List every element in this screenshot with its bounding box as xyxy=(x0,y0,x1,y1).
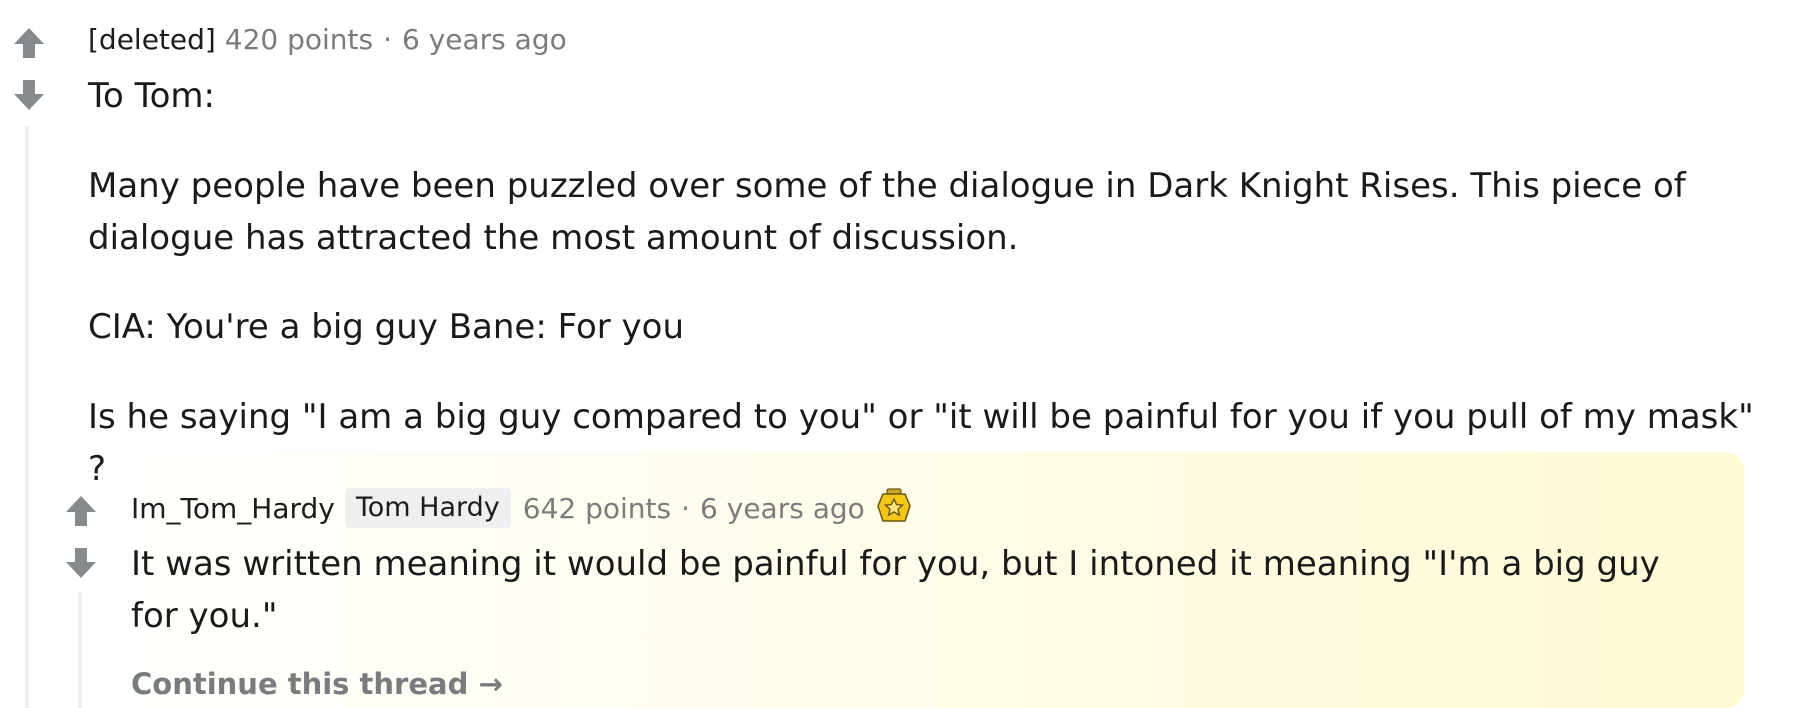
comment-points: 420 points xyxy=(224,23,374,56)
comment-paragraph: Many people have been puzzled over some … xyxy=(88,166,1686,258)
upvote-arrow-icon[interactable] xyxy=(12,26,46,60)
meta-separator: · xyxy=(383,23,392,56)
continue-thread-label: Continue this thread xyxy=(131,667,469,701)
reply-timestamp[interactable]: 6 years ago xyxy=(700,492,865,525)
user-flair: Tom Hardy xyxy=(344,488,511,528)
reply-meta: Im_Tom_Hardy Tom Hardy 642 points · 6 years … xyxy=(131,488,913,530)
arrow-right-icon: → xyxy=(478,667,503,701)
upvote-arrow-icon[interactable] xyxy=(64,494,98,528)
comment-body: To Tom: Many people have been puzzled ov… xyxy=(88,70,1768,495)
reply-body: It was written meaning it would be painf… xyxy=(131,544,1660,636)
comment-thread-line[interactable] xyxy=(25,126,29,708)
reply-author[interactable]: Im_Tom_Hardy xyxy=(131,492,335,525)
meta-separator: · xyxy=(681,492,691,525)
comment-meta: [deleted] 420 points · 6 years ago xyxy=(88,22,567,58)
comment-paragraph: To Tom: xyxy=(88,76,215,116)
comment-author[interactable]: [deleted] xyxy=(88,23,216,56)
comment-paragraph: CIA: You're a big guy Bane: For you xyxy=(88,307,685,347)
downvote-arrow-icon[interactable] xyxy=(12,78,46,112)
downvote-arrow-icon[interactable] xyxy=(64,546,98,580)
comment-timestamp[interactable]: 6 years ago xyxy=(402,23,567,56)
continue-thread-link[interactable]: Continue this thread → xyxy=(131,664,503,704)
gold-award-icon[interactable] xyxy=(875,488,913,526)
reply-points: 642 points xyxy=(522,492,672,525)
